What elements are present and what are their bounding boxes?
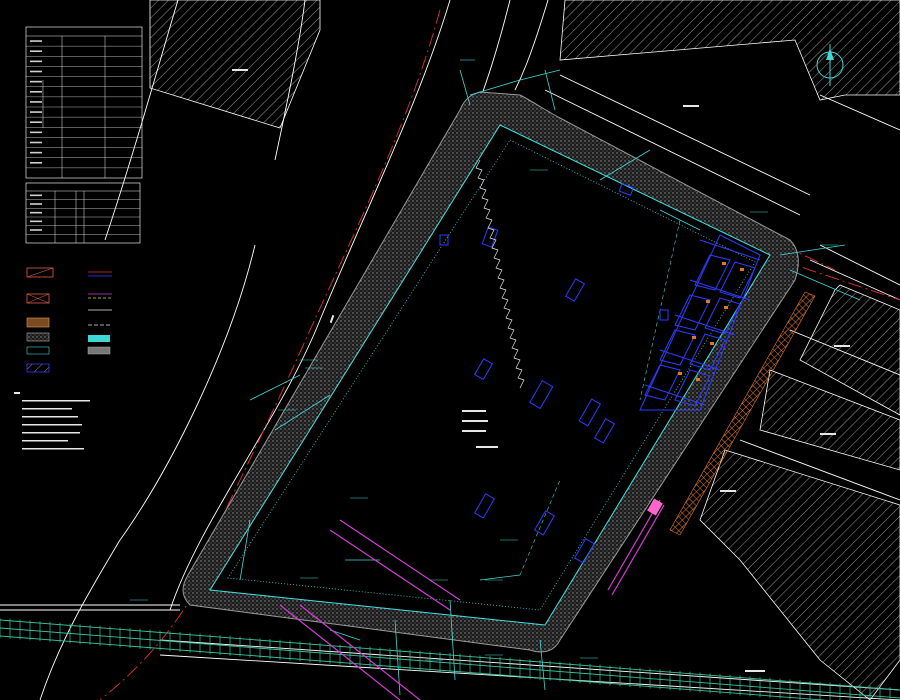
table-cell-stub: [30, 90, 42, 93]
table-cell-stub: [30, 203, 42, 205]
data-table-1: [25, 26, 143, 179]
table-cell-stub: [30, 111, 42, 113]
building-top-right: [559, 0, 900, 101]
notes-block: [14, 392, 90, 450]
table-cell-stub: [30, 40, 42, 42]
site-paving: [182, 91, 799, 653]
table-cell-stub: [30, 60, 42, 63]
table-cell-stub: [30, 80, 42, 83]
site-plan-drawing: [0, 0, 900, 700]
legend: [26, 267, 112, 373]
table-cell-stub: [30, 220, 42, 223]
table-cell-stub: [30, 194, 42, 197]
table-cell-stub: [30, 50, 42, 53]
table-cell-stub: [30, 211, 42, 214]
data-table-2: [25, 182, 141, 244]
table-cell-stub: [30, 70, 42, 73]
building-right-3: [699, 449, 900, 700]
table-cell-stub: [30, 101, 42, 103]
table-cell-stub: [30, 161, 42, 164]
table-cell-stub: [30, 121, 42, 124]
table-cell-stub: [30, 131, 42, 134]
table-cell-stub: [30, 141, 42, 144]
table-cell-stub: [30, 151, 42, 154]
table-cell-stub: [30, 229, 42, 231]
